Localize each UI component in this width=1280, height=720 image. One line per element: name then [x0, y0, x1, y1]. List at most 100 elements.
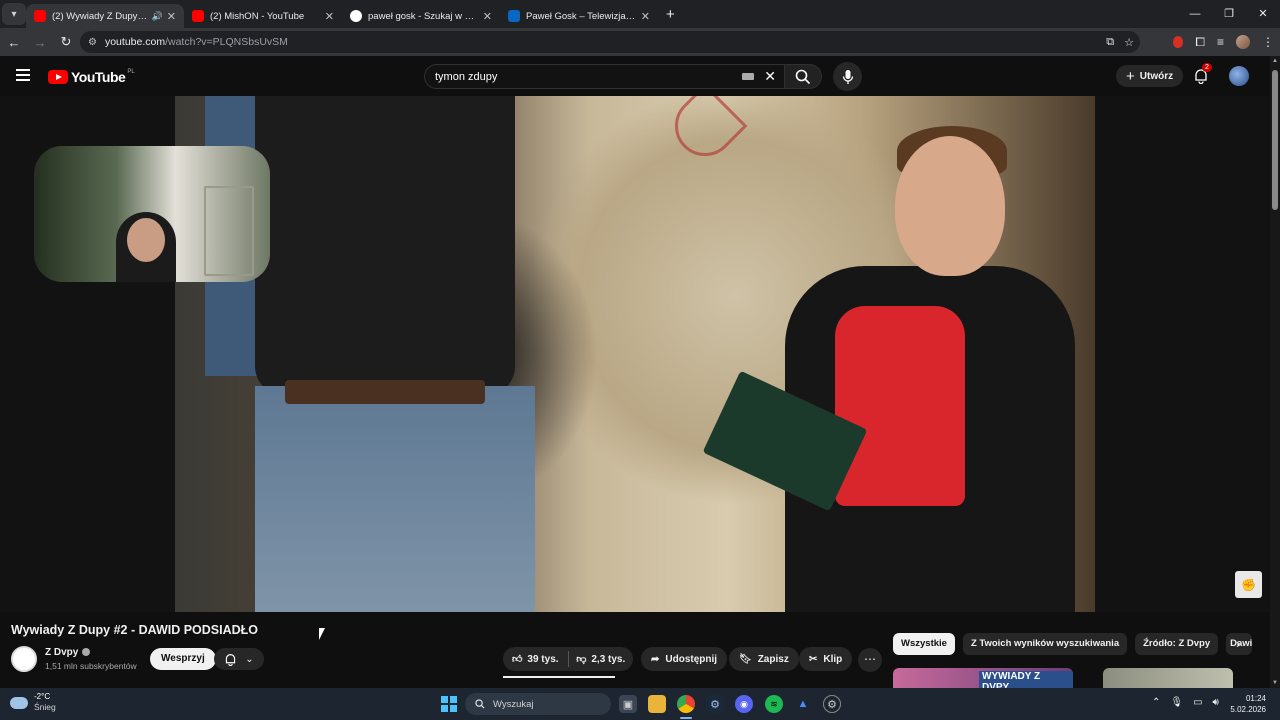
close-tab-icon[interactable]: ✕ — [325, 10, 334, 23]
tab-mishon[interactable]: (2) MishON - YouTube ✕ — [184, 4, 342, 28]
search-button[interactable] — [784, 64, 822, 89]
bookmark-star-icon[interactable]: ☆ — [1124, 36, 1134, 49]
minimize-icon[interactable]: — — [1178, 0, 1212, 28]
network-icon[interactable]: ▭ — [1193, 697, 1202, 708]
volume-icon[interactable]: 🔊︎ — [1213, 697, 1219, 708]
app-launcher-icon[interactable]: ▲ — [794, 695, 812, 713]
chip-all[interactable]: Wszystkie — [893, 633, 955, 655]
channel-watermark-icon[interactable]: ✊ — [1235, 571, 1262, 598]
like-button[interactable]: 👍︎ 39 tys. — [503, 653, 568, 666]
webcam-overlay — [34, 146, 270, 282]
tab-linkedin[interactable]: Paweł Gosk – Telewizja Polsat sp ✕ — [500, 4, 658, 28]
dislike-count: 2,3 tys. — [591, 653, 626, 665]
window-controls: — ❐ ✕ — [1178, 0, 1280, 28]
chevron-right-icon[interactable]: › — [1236, 636, 1240, 651]
youtube-icon — [192, 10, 204, 22]
new-tab-button[interactable]: + — [666, 6, 675, 23]
thumbs-down-icon: 👎︎ — [576, 654, 587, 665]
share-arrow-icon: ➦ — [651, 653, 660, 665]
chip-from-channel[interactable]: Źródło: Z Dvpy — [1135, 633, 1219, 655]
channel-name[interactable]: Z Dvpy — [45, 647, 91, 658]
notifications-button[interactable]: 2 — [1193, 63, 1212, 85]
omnibox-actions: ⧉ ☆ — [1106, 31, 1134, 53]
back-icon[interactable]: ← — [2, 35, 26, 50]
reload-icon[interactable]: ↻ — [54, 34, 78, 50]
taskbar-search[interactable]: Wyszukaj — [465, 693, 611, 715]
tab-title: paweł gosk - Szukaj w Google — [368, 10, 479, 22]
youtube-wordmark: YouTube — [71, 69, 126, 85]
google-icon — [350, 10, 362, 22]
profile-avatar[interactable] — [1236, 35, 1250, 49]
create-button[interactable]: + Utwórz — [1116, 65, 1184, 87]
microphone-icon[interactable]: 🎙︎ — [1170, 697, 1183, 708]
settings-gear-icon[interactable]: ⚙ — [823, 695, 841, 713]
close-tab-icon[interactable]: ✕ — [641, 10, 650, 23]
tab-title: (2) Wywiady Z Dupy #2 - DA — [52, 10, 148, 22]
scroll-up-icon[interactable]: ▲ — [1272, 58, 1278, 64]
voice-search-button[interactable] — [833, 62, 862, 91]
url-text: youtube.com/watch?v=PLQNSbsUvSM — [105, 36, 288, 48]
task-view-icon[interactable]: ▣ — [619, 695, 637, 713]
dislike-button[interactable]: 👎︎ 2,3 tys. — [569, 653, 634, 666]
weather-widget[interactable]: -2°C Śnieg — [10, 692, 56, 713]
search-query: tymon zdupy — [435, 70, 498, 83]
scissors-icon: ✂ — [809, 653, 818, 665]
keyboard-icon[interactable] — [742, 73, 755, 80]
clear-search-icon[interactable]: ✕ — [764, 68, 776, 85]
channel-avatar[interactable] — [11, 646, 37, 672]
maximize-icon[interactable]: ❐ — [1212, 0, 1246, 28]
browser-tab-strip: ▾ (2) Wywiady Z Dupy #2 - DA 🔊 ✕ (2) Mis… — [0, 0, 1280, 28]
install-app-icon[interactable]: ⧉ — [1106, 36, 1114, 49]
search-input[interactable]: tymon zdupy ✕ — [424, 64, 784, 89]
speaker-icon[interactable]: 🔊 — [152, 11, 163, 22]
video-scene-detail — [835, 306, 965, 506]
video-scene-detail — [285, 380, 485, 404]
recommended-thumbnail[interactable]: WYWIADY Z DVPY — [893, 668, 1073, 688]
tab-google[interactable]: paweł gosk - Szukaj w Google ✕ — [342, 4, 500, 28]
discord-icon[interactable]: ◉ — [735, 695, 753, 713]
forward-icon[interactable]: → — [28, 35, 52, 50]
chrome-menu-icon[interactable]: ⋮ — [1262, 35, 1274, 49]
address-bar[interactable]: ⚙ youtube.com/watch?v=PLQNSbsUvSM ⧉ ☆ — [80, 31, 1140, 53]
close-tab-icon[interactable]: ✕ — [167, 10, 176, 23]
support-button[interactable]: Wesprzyj — [150, 648, 216, 670]
share-button[interactable]: ➦ Udostępnij — [641, 647, 728, 671]
account-avatar[interactable] — [1229, 66, 1249, 86]
close-tab-icon[interactable]: ✕ — [483, 10, 492, 23]
tab-wywiady[interactable]: (2) Wywiady Z Dupy #2 - DA 🔊 ✕ — [26, 4, 184, 28]
media-control-icon[interactable]: ≡ — [1217, 35, 1224, 49]
steam-icon[interactable]: ⚙ — [706, 695, 724, 713]
youtube-logo[interactable]: YouTube PL — [48, 69, 135, 85]
chip-from-search[interactable]: Z Twoich wyników wyszukiwania — [962, 633, 1128, 655]
clock-date: 5.02.2026 — [1230, 705, 1266, 714]
extension-red-icon[interactable] — [1173, 36, 1184, 48]
clip-button[interactable]: ✂ Klip — [799, 647, 853, 671]
subscription-bell-button[interactable]: ⌄ — [214, 648, 264, 670]
verified-icon — [82, 648, 91, 657]
chrome-icon[interactable] — [677, 695, 695, 713]
video-frame[interactable] — [175, 96, 1095, 612]
video-scene-detail — [255, 386, 535, 612]
more-actions-button[interactable]: ⋯ — [858, 648, 882, 672]
scrollbar-thumb[interactable] — [1272, 70, 1278, 210]
create-label: Utwórz — [1139, 70, 1174, 82]
taskbar-clock[interactable]: 01:24 5.02.2026 — [1230, 693, 1266, 715]
bell-icon — [226, 653, 236, 666]
save-button[interactable]: 🔖︎ Zapisz — [729, 647, 799, 671]
site-info-icon[interactable]: ⚙ — [88, 37, 97, 48]
windows-start-icon[interactable] — [441, 696, 457, 712]
url-host: youtube.com — [104, 36, 166, 48]
close-window-icon[interactable]: ✕ — [1246, 0, 1280, 28]
menu-hamburger-icon[interactable] — [16, 69, 30, 81]
youtube-play-icon — [48, 70, 68, 84]
file-explorer-icon[interactable] — [648, 695, 666, 713]
like-dislike-group: 👍︎ 39 tys. 👎︎ 2,3 tys. — [503, 647, 633, 671]
scroll-down-icon[interactable]: ▼ — [1272, 680, 1278, 686]
extensions-puzzle-icon[interactable]: ⧠ — [1195, 35, 1205, 50]
tab-search-button[interactable]: ▾ — [2, 3, 26, 25]
page-scrollbar[interactable]: ▲ ▼ — [1270, 56, 1280, 688]
spotify-icon[interactable]: ≋ — [765, 695, 783, 713]
video-player[interactable]: ✊ — [0, 96, 1270, 612]
recommended-thumbnail[interactable] — [1103, 668, 1233, 688]
tray-chevron-icon[interactable]: ⌃ — [1152, 697, 1160, 708]
